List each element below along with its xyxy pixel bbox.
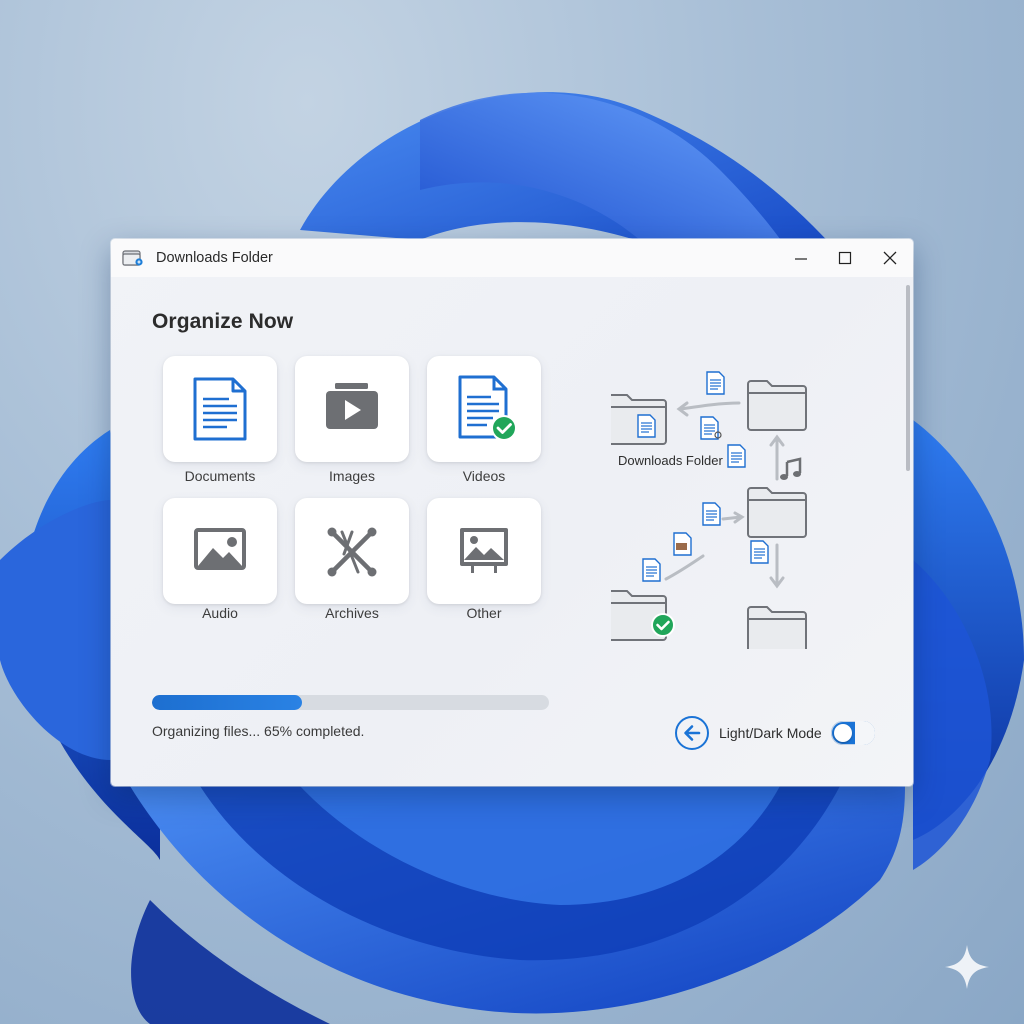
folder-icon <box>747 487 807 538</box>
page-title: Organize Now <box>152 310 294 333</box>
title-bar: Downloads Folder <box>111 239 913 277</box>
document-icon <box>642 558 661 582</box>
category-tile-documents[interactable] <box>163 356 277 462</box>
music-note-icon <box>780 457 802 480</box>
document-icon <box>193 377 247 441</box>
document-icon <box>750 540 769 564</box>
category-tile-other[interactable] <box>427 498 541 604</box>
toggle-knob <box>834 724 852 742</box>
organize-diagram <box>611 371 807 649</box>
check-circle-icon <box>651 613 675 637</box>
folder-app-icon <box>122 250 143 266</box>
category-label-archives: Archives <box>325 605 379 621</box>
scrollbar[interactable] <box>906 285 910 471</box>
category-label-documents: Documents <box>184 468 256 484</box>
category-tile-videos[interactable] <box>427 356 541 462</box>
arrow-left-icon <box>684 725 701 741</box>
minimize-button[interactable] <box>779 239 823 277</box>
toggle-track <box>855 721 875 745</box>
progress-status-text: Organizing files... 65% completed. <box>152 723 365 739</box>
document-icon <box>706 371 725 395</box>
maximize-button[interactable] <box>823 239 867 277</box>
category-tile-archives[interactable] <box>295 498 409 604</box>
category-tile-images[interactable] <box>295 356 409 462</box>
media-file-icon <box>673 532 692 556</box>
category-label-images: Images <box>329 468 375 484</box>
document-icon <box>637 414 656 438</box>
document-icon <box>727 444 746 468</box>
window-title: Downloads Folder <box>156 250 273 266</box>
folder-icon <box>747 380 807 431</box>
category-label-audio: Audio <box>202 605 238 621</box>
video-play-icon <box>326 383 378 429</box>
picture-frame-icon <box>460 528 508 573</box>
document-icon <box>702 502 721 526</box>
close-icon <box>883 251 897 265</box>
theme-toggle[interactable] <box>831 721 875 745</box>
app-window: Downloads Folder Organize Now Documents <box>111 239 913 786</box>
diagram-folder-label: Downloads Folder <box>618 453 723 468</box>
category-tile-audio[interactable] <box>163 498 277 604</box>
sparkle-icon <box>945 945 989 989</box>
folder-icon <box>747 606 807 649</box>
maximize-icon <box>838 251 852 265</box>
progress-fill <box>152 695 302 710</box>
close-button[interactable] <box>868 239 912 277</box>
theme-mode-label: Light/Dark Mode <box>719 725 822 741</box>
document-check-icon <box>458 375 517 441</box>
image-icon <box>194 528 246 570</box>
progress-bar <box>152 695 549 710</box>
minimize-icon <box>795 258 807 260</box>
back-button[interactable] <box>675 716 709 750</box>
archive-icon <box>327 527 377 577</box>
category-label-videos: Videos <box>462 468 506 484</box>
category-label-other: Other <box>466 605 502 621</box>
